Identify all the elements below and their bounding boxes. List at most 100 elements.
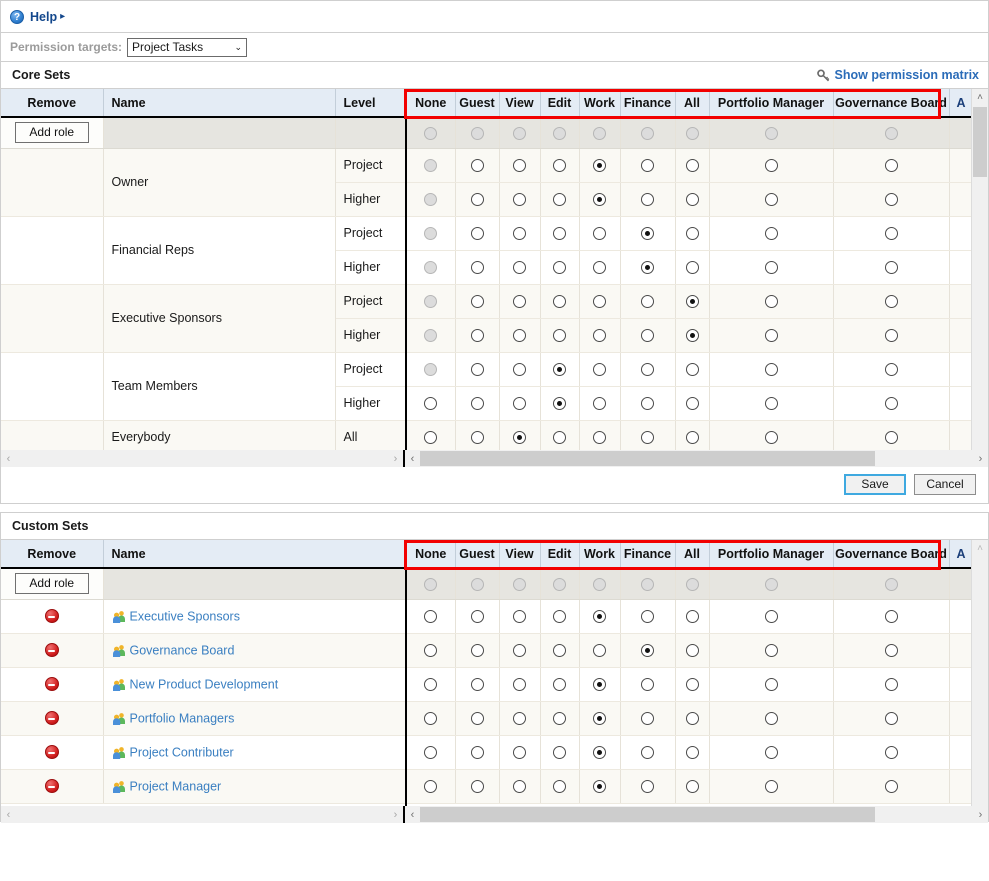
radio-guest[interactable] [470, 780, 484, 794]
radio-none[interactable] [424, 780, 438, 794]
permission-cell-view[interactable] [499, 216, 541, 251]
radio-governance-board[interactable] [884, 295, 898, 309]
radio-view[interactable] [513, 193, 526, 207]
radio-finance[interactable] [641, 261, 654, 275]
radio-all[interactable] [685, 746, 699, 760]
radio-guest[interactable] [470, 193, 484, 207]
permission-cell-guest[interactable] [455, 420, 500, 450]
radio-all[interactable] [685, 780, 699, 794]
radio-portfolio-manager[interactable] [764, 227, 778, 241]
hscrollbar-thumb[interactable] [420, 807, 875, 822]
remove-cell[interactable] [1, 633, 104, 668]
radio-work[interactable] [593, 329, 606, 343]
permission-cell-portfolio-manager[interactable] [709, 769, 834, 804]
radio-all[interactable] [685, 295, 699, 309]
permission-cell-portfolio-manager[interactable] [709, 599, 834, 634]
permission-cell-view[interactable] [499, 735, 541, 770]
radio-finance[interactable] [641, 329, 654, 343]
radio-all[interactable] [685, 193, 699, 207]
remove-cell[interactable] [1, 599, 104, 634]
save-button[interactable]: Save [844, 474, 906, 495]
permission-cell-work[interactable] [579, 182, 621, 217]
radio-portfolio-manager[interactable] [764, 780, 778, 794]
scroll-left-arrow-icon[interactable]: ‹ [405, 453, 420, 465]
permission-cell-finance[interactable] [620, 352, 676, 387]
add-role-button[interactable]: Add role [14, 573, 89, 595]
permission-cell-none[interactable] [407, 701, 456, 736]
permission-cell-guest[interactable] [455, 182, 500, 217]
radio-all[interactable] [685, 431, 699, 445]
permission-cell-portfolio-manager[interactable] [709, 352, 834, 387]
radio-view[interactable] [513, 678, 526, 692]
role-name-link[interactable]: New Product Development [130, 677, 279, 691]
core-sets-hscrollbar[interactable]: ‹ › [405, 450, 988, 467]
permission-cell-guest[interactable] [455, 284, 500, 319]
radio-finance[interactable] [641, 159, 654, 173]
permission-cell-edit[interactable] [540, 318, 580, 353]
permission-cell-governance-board[interactable] [833, 701, 950, 736]
scroll-left-arrow-icon[interactable]: ‹ [405, 809, 420, 821]
permission-cell-governance-board[interactable] [833, 633, 950, 668]
permission-cell-governance-board[interactable] [833, 420, 950, 450]
core-sets-vertical-scrollbar[interactable]: ˄ ˅ [971, 89, 988, 465]
permission-cell-finance[interactable] [620, 148, 676, 183]
remove-icon[interactable] [44, 745, 59, 760]
permission-cell-none[interactable] [407, 769, 456, 804]
permission-cell-guest[interactable] [455, 633, 500, 668]
radio-guest[interactable] [470, 329, 484, 343]
radio-finance[interactable] [641, 193, 654, 207]
permission-cell-edit[interactable] [540, 769, 580, 804]
permission-cell-work[interactable] [579, 352, 621, 387]
permission-cell-none[interactable] [407, 386, 456, 421]
permission-cell-view[interactable] [499, 318, 541, 353]
radio-edit[interactable] [553, 363, 566, 377]
radio-guest[interactable] [470, 261, 484, 275]
radio-all[interactable] [685, 712, 699, 726]
role-name-link[interactable]: Project Contributer [130, 745, 234, 759]
radio-portfolio-manager[interactable] [764, 159, 778, 173]
permission-cell-guest[interactable] [455, 148, 500, 183]
permission-cell-finance[interactable] [620, 735, 676, 770]
permission-cell-portfolio-manager[interactable] [709, 386, 834, 421]
help-expand-arrow-icon[interactable]: ▸ [60, 11, 65, 22]
radio-none[interactable] [424, 610, 438, 624]
radio-guest[interactable] [470, 397, 484, 411]
permission-cell-all[interactable] [675, 420, 710, 450]
permission-cell-guest[interactable] [455, 386, 500, 421]
remove-cell[interactable] [1, 735, 104, 770]
radio-governance-board[interactable] [884, 746, 898, 760]
permission-cell-guest[interactable] [455, 735, 500, 770]
permission-cell-work[interactable] [579, 216, 621, 251]
remove-cell[interactable] [1, 769, 104, 804]
permission-cell-finance[interactable] [620, 216, 676, 251]
radio-portfolio-manager[interactable] [764, 746, 778, 760]
permission-cell-all[interactable] [675, 667, 710, 702]
permission-cell-finance[interactable] [620, 250, 676, 285]
permission-cell-all[interactable] [675, 284, 710, 319]
permission-cell-view[interactable] [499, 599, 541, 634]
hscrollbar-thumb[interactable] [420, 451, 875, 466]
role-name-link[interactable]: Executive Sponsors [130, 609, 240, 623]
permission-cell-none[interactable] [407, 599, 456, 634]
radio-guest[interactable] [470, 712, 484, 726]
radio-edit[interactable] [553, 431, 566, 445]
permission-cell-edit[interactable] [540, 386, 580, 421]
permission-cell-governance-board[interactable] [833, 599, 950, 634]
radio-guest[interactable] [470, 746, 484, 760]
radio-portfolio-manager[interactable] [764, 644, 778, 658]
permission-cell-view[interactable] [499, 182, 541, 217]
radio-portfolio-manager[interactable] [764, 363, 778, 377]
radio-edit[interactable] [553, 329, 566, 343]
permission-cell-finance[interactable] [620, 182, 676, 217]
permission-cell-edit[interactable] [540, 250, 580, 285]
radio-view[interactable] [513, 746, 526, 760]
custom-sets-vertical-scrollbar[interactable]: ˄ ˅ [971, 540, 988, 821]
radio-governance-board[interactable] [884, 193, 898, 207]
radio-work[interactable] [593, 363, 606, 377]
remove-icon[interactable] [44, 677, 59, 692]
permission-cell-finance[interactable] [620, 667, 676, 702]
permission-cell-edit[interactable] [540, 284, 580, 319]
radio-edit[interactable] [553, 193, 566, 207]
radio-governance-board[interactable] [884, 397, 898, 411]
radio-work[interactable] [593, 261, 606, 275]
